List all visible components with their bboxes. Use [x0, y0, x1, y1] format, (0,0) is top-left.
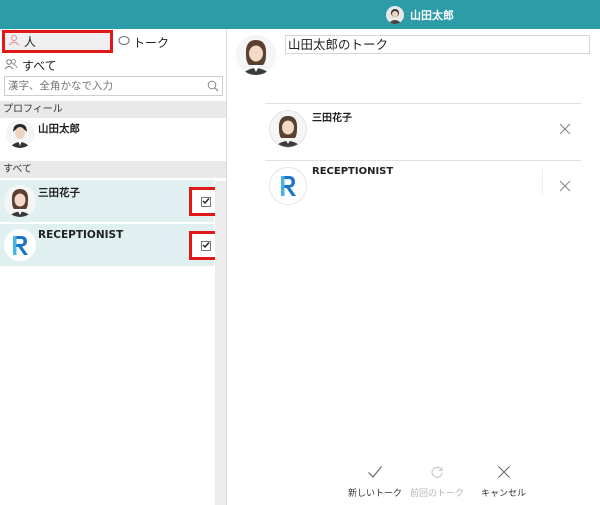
contact-row[interactable]: 三田花子: [0, 180, 222, 223]
search-icon[interactable]: [204, 80, 222, 92]
close-icon: [559, 121, 571, 139]
divider: [542, 169, 543, 194]
member-item: 三田花子: [265, 104, 581, 159]
all-contacts-filter[interactable]: すべて: [4, 56, 57, 74]
tab-talk[interactable]: トーク: [118, 32, 169, 52]
current-user-name: 山田太郎: [410, 9, 454, 22]
talk-avatar: [236, 35, 276, 75]
profile-name: 山田太郎: [38, 123, 80, 135]
member-name: RECEPTIONIST: [312, 166, 394, 177]
check-icon: [367, 465, 383, 482]
tab-people-label: 人: [24, 35, 37, 49]
select-checkbox[interactable]: [200, 196, 211, 207]
tab-talk-label: トーク: [133, 35, 170, 50]
top-bar: 山田太郎: [0, 0, 600, 29]
tab-people[interactable]: 人: [2, 30, 113, 53]
cancel-label: キャンセル: [481, 489, 527, 499]
contact-name: 三田花子: [38, 187, 80, 199]
avatar: [269, 167, 307, 205]
search-box: [4, 76, 223, 96]
avatar: [4, 229, 36, 261]
avatar: [6, 120, 34, 148]
member-item: RECEPTIONIST: [265, 161, 581, 216]
previous-talk-label: 前回のトーク: [410, 489, 465, 499]
checkmark-icon: [202, 197, 210, 207]
search-input[interactable]: [5, 77, 204, 95]
new-talk-label: 新しいトーク: [348, 489, 403, 499]
contact-row[interactable]: RECEPTIONIST: [0, 224, 222, 267]
speech-bubble-icon: [118, 35, 130, 50]
new-talk-button[interactable]: 新しいトーク: [348, 465, 402, 503]
talk-name-input[interactable]: 山田太郎のトーク: [285, 35, 590, 54]
cancel-button[interactable]: キャンセル: [481, 465, 526, 503]
avatar: [386, 6, 404, 24]
contact-name: RECEPTIONIST: [38, 229, 124, 241]
contacts-panel: 人 トーク すべて プロフィール 山田太郎 すべて 三田花子: [0, 29, 227, 505]
checkmark-icon: [202, 241, 210, 251]
previous-talk-button[interactable]: 前回のトーク: [410, 465, 464, 503]
refresh-icon: [430, 465, 444, 482]
remove-member-button[interactable]: [559, 178, 571, 196]
scrollbar[interactable]: [215, 181, 226, 505]
profile-section-header: プロフィール: [0, 101, 226, 118]
remove-member-button[interactable]: [559, 121, 571, 139]
profile-entry[interactable]: 山田太郎: [0, 120, 226, 162]
person-icon: [8, 34, 20, 49]
close-icon: [497, 465, 511, 482]
select-checkbox[interactable]: [200, 240, 211, 251]
all-section-header: すべて: [0, 161, 226, 178]
member-name: 三田花子: [312, 113, 352, 124]
group-icon: [4, 58, 18, 73]
avatar: [4, 185, 36, 217]
avatar: [269, 110, 307, 148]
all-contacts-label: すべて: [22, 58, 57, 73]
current-user[interactable]: 山田太郎: [386, 5, 454, 25]
close-icon: [559, 178, 571, 196]
